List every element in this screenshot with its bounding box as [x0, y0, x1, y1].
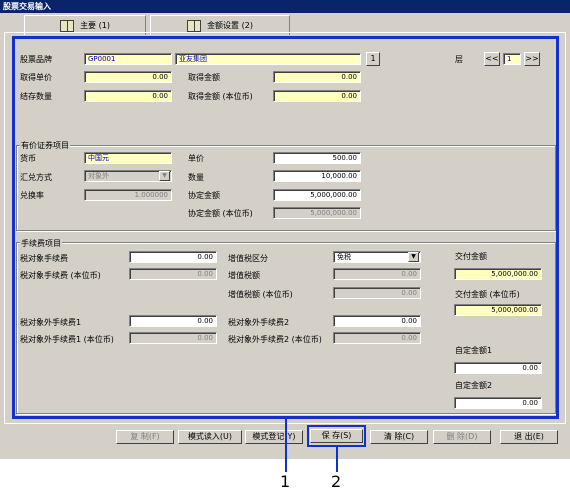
copy-button[interactable]: 复 制(F) — [116, 430, 174, 444]
callout-line-2 — [336, 447, 338, 472]
tab-amount-settings-label: 金额设置 (2) — [207, 21, 253, 30]
save-button[interactable]: 保 存(S) — [310, 429, 363, 443]
clear-button[interactable]: 清 除(C) — [370, 430, 428, 444]
callout-frame-1 — [12, 36, 559, 419]
window-title: 股票交易输入 — [3, 2, 51, 11]
callout-line-1 — [285, 419, 287, 472]
ledger-icon — [187, 19, 202, 32]
delete-button[interactable]: 删 除(D) — [433, 430, 491, 444]
mode-register-button[interactable]: 模式登记(Y) — [245, 430, 303, 444]
callout-number-2: 2 — [331, 472, 342, 491]
book-icon — [60, 19, 75, 32]
callout-number-1: 1 — [280, 472, 291, 491]
tab-main-label: 主要 (1) — [80, 21, 110, 30]
window-title-bar: 股票交易输入 — [0, 0, 570, 13]
exit-button[interactable]: 退 出(E) — [500, 430, 558, 444]
mode-load-button[interactable]: 模式读入(U) — [178, 430, 242, 444]
